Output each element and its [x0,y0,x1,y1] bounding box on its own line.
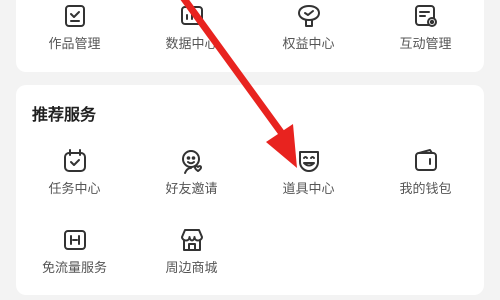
section-title: 推荐服务 [32,105,97,124]
data-center-icon [178,2,206,30]
data-center-label: 数据中心 [165,37,218,52]
friend-invite-icon [178,147,206,175]
interaction-management-item[interactable]: 互动管理 [367,2,484,62]
merch-store-icon [178,226,206,254]
props-center-icon [295,147,323,175]
interaction-management-icon [412,2,440,30]
merch-store-label: 周边商城 [165,261,218,276]
props-center-item[interactable]: 道具中心 [250,147,367,207]
rights-center-icon [295,2,323,30]
merch-store-item[interactable]: 周边商城 [133,226,250,286]
friend-invite-item[interactable]: 好友邀请 [133,147,250,207]
data-free-item[interactable]: 免流量服务 [16,226,133,286]
wallet-item[interactable]: 我的钱包 [367,147,484,207]
creator-tools-card: 作品管理 数据中心 权益中心 互动管理 [16,0,484,72]
interaction-management-label: 互动管理 [399,37,452,52]
works-management-item[interactable]: 作品管理 [16,2,133,62]
data-center-item[interactable]: 数据中心 [133,2,250,62]
wallet-icon [412,147,440,175]
task-center-label: 任务中心 [48,182,101,197]
works-management-label: 作品管理 [48,37,101,52]
data-free-icon [61,226,89,254]
task-center-item[interactable]: 任务中心 [16,147,133,207]
data-free-label: 免流量服务 [41,261,107,276]
props-center-label: 道具中心 [282,182,335,197]
rights-center-item[interactable]: 权益中心 [250,2,367,62]
works-management-icon [61,2,89,30]
friend-invite-label: 好友邀请 [165,182,218,197]
recommended-services-card: 推荐服务 任务中心 好友邀请 道具中心 我的钱包 免流量服务 周边商城 [16,85,484,295]
wallet-label: 我的钱包 [399,182,452,197]
rights-center-label: 权益中心 [282,37,335,52]
task-center-icon [61,147,89,175]
